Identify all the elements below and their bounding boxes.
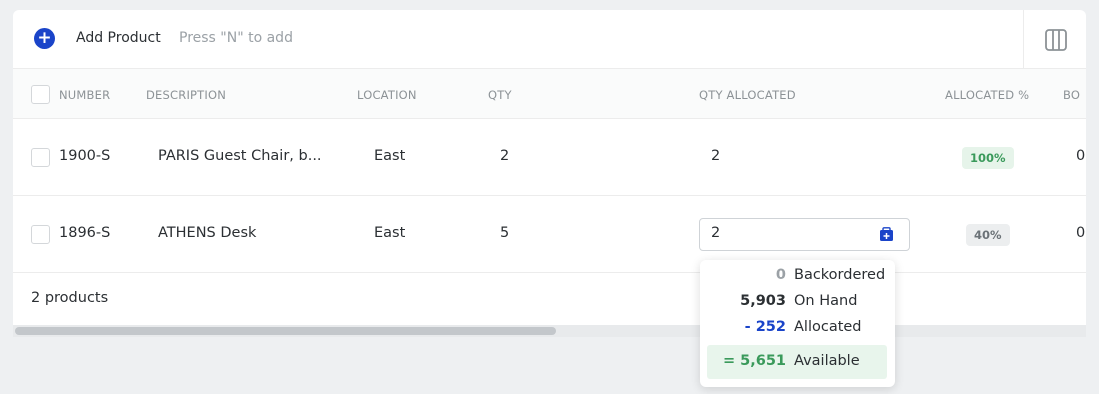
- allocated-label: Allocated: [794, 319, 862, 335]
- column-header-number[interactable]: NUMBER: [59, 88, 110, 102]
- qty-allocated-value: 2: [711, 225, 721, 241]
- table-header: NUMBER DESCRIPTION LOCATION QTY QTY ALLO…: [13, 69, 1086, 119]
- add-product-button[interactable]: Add Product: [76, 30, 161, 46]
- row-qty-allocated[interactable]: 2: [711, 148, 720, 164]
- row-bo: 0: [1076, 148, 1086, 164]
- columns-icon[interactable]: [1044, 28, 1068, 52]
- column-header-location[interactable]: LOCATION: [357, 88, 417, 102]
- on-hand-label: On Hand: [794, 293, 858, 309]
- available-label: Available: [794, 353, 860, 369]
- table-row[interactable]: 1896-S ATHENS Desk East 5 2 40% 0: [13, 196, 1086, 273]
- row-checkbox[interactable]: [31, 148, 50, 167]
- row-qty: 5: [500, 225, 510, 241]
- inventory-box-icon[interactable]: [879, 227, 894, 242]
- table-row[interactable]: 1900-S PARIS Guest Chair, b... East 2 2 …: [13, 119, 1086, 196]
- product-count: 2 products: [31, 290, 109, 306]
- row-number: 1896-S: [59, 225, 111, 241]
- row-qty: 2: [500, 148, 510, 164]
- row-description: PARIS Guest Chair, b...: [158, 148, 322, 164]
- backordered-value: 0: [775, 267, 786, 283]
- product-table-card: + Add Product Press "N" to add NUMBER DE…: [13, 10, 1086, 325]
- on-hand-value: 5,903: [740, 293, 786, 309]
- backordered-label: Backordered: [794, 267, 886, 283]
- scrollbar-thumb[interactable]: [15, 327, 556, 335]
- column-header-qty-allocated[interactable]: QTY ALLOCATED: [699, 88, 796, 102]
- allocated-pct-badge: 40%: [966, 224, 1010, 246]
- qty-allocated-input[interactable]: 2: [699, 218, 910, 251]
- column-settings: [1023, 10, 1086, 68]
- column-header-description[interactable]: DESCRIPTION: [146, 88, 226, 102]
- available-value: = 5,651: [722, 353, 786, 369]
- allocated-pct-badge: 100%: [962, 147, 1014, 169]
- inventory-popover: 0 Backordered 5,903 On Hand - 252 Alloca…: [700, 260, 895, 387]
- row-location: East: [374, 225, 406, 241]
- popover-row-allocated: - 252 Allocated: [700, 319, 895, 339]
- row-bo: 0: [1076, 225, 1086, 241]
- popover-row-on-hand: 5,903 On Hand: [700, 293, 895, 313]
- column-header-allocated-pct[interactable]: ALLOCATED %: [945, 88, 1029, 102]
- row-number: 1900-S: [59, 148, 111, 164]
- row-checkbox[interactable]: [31, 225, 50, 244]
- allocated-value: - 252: [744, 319, 786, 335]
- column-header-qty[interactable]: QTY: [488, 88, 512, 102]
- available-summary: = 5,651 Available: [707, 345, 887, 379]
- row-location: East: [374, 148, 406, 164]
- horizontal-scrollbar[interactable]: [13, 325, 1086, 337]
- column-header-bo[interactable]: BO: [1063, 88, 1080, 102]
- select-all-checkbox[interactable]: [31, 85, 50, 104]
- table-footer: 2 products: [13, 274, 1086, 325]
- popover-row-backordered: 0 Backordered: [700, 267, 895, 287]
- row-description: ATHENS Desk: [158, 225, 257, 241]
- popover-row-available: = 5,651 Available: [700, 353, 895, 373]
- plus-icon[interactable]: +: [34, 28, 55, 49]
- toolbar: + Add Product Press "N" to add: [13, 10, 1086, 69]
- add-product-hint: Press "N" to add: [179, 30, 293, 46]
